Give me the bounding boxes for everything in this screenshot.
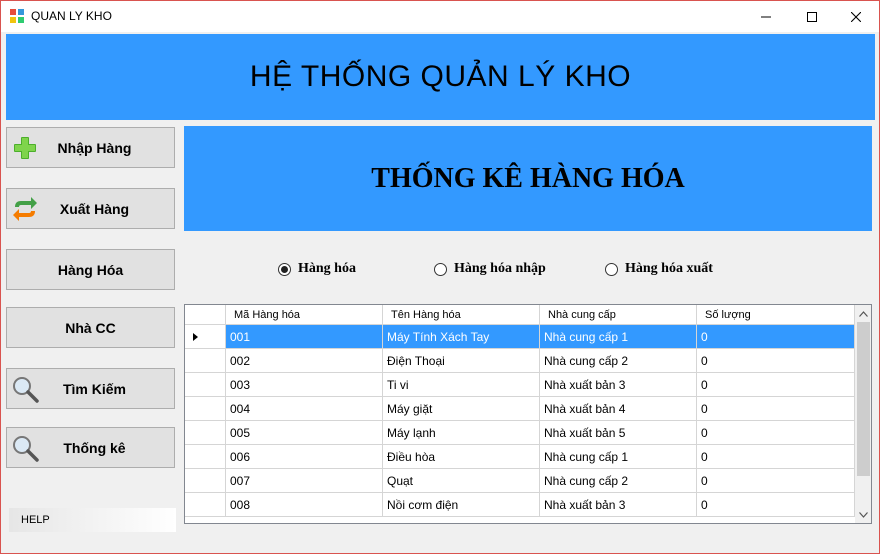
radio-goods-export[interactable]: Hàng hóa xuất: [605, 261, 713, 277]
table-cell[interactable]: Nồi cơm điện: [383, 493, 540, 517]
column-header-quantity[interactable]: Số lượng: [697, 305, 855, 325]
table-cell[interactable]: Máy Tính Xách Tay: [383, 325, 540, 349]
radio-goods[interactable]: Hàng hóa: [278, 261, 356, 277]
nav-button-statistics[interactable]: Thống kê: [6, 427, 175, 468]
section-header: THỐNG KÊ HÀNG HÓA: [184, 126, 872, 231]
table-cell[interactable]: 0: [697, 493, 855, 517]
radio-label: Hàng hóa xuất: [625, 261, 713, 276]
row-header[interactable]: [185, 469, 226, 493]
close-button[interactable]: [833, 1, 879, 32]
table-cell[interactable]: Máy giặt: [383, 397, 540, 421]
table-cell[interactable]: Điện Thoại: [383, 349, 540, 373]
table-cell[interactable]: Điều hòa: [383, 445, 540, 469]
app-window: QUAN LY KHO HỆ THỐNG QUẢN LÝ KHO Nhập Hà…: [0, 0, 880, 554]
table-cell[interactable]: 008: [226, 493, 383, 517]
table-header: Mã Hàng hóa Tên Hàng hóa Nhà cung cấp Số…: [185, 305, 855, 325]
help-label[interactable]: HELP: [9, 508, 176, 532]
nav-label: Nhà CC: [65, 319, 116, 336]
nav-label: Hàng Hóa: [57, 261, 124, 278]
nav-button-import[interactable]: Nhập Hàng: [6, 127, 175, 168]
chevron-down-icon: [859, 511, 868, 518]
column-header-name[interactable]: Tên Hàng hóa: [383, 305, 540, 325]
nav-label: Thống kê: [63, 439, 126, 456]
scroll-up-button[interactable]: [855, 305, 871, 322]
table-cell[interactable]: Máy lạnh: [383, 421, 540, 445]
table-cell[interactable]: Nhà cung cấp 1: [540, 325, 697, 349]
radio-dot[interactable]: [278, 262, 291, 276]
table-cell[interactable]: 001: [226, 325, 383, 349]
nav-button-supplier[interactable]: Nhà CC: [6, 307, 175, 348]
scroll-thumb[interactable]: [857, 322, 870, 476]
table-cell[interactable]: 003: [226, 373, 383, 397]
app-header: HỆ THỐNG QUẢN LÝ KHO: [6, 34, 875, 120]
table-cell[interactable]: Nhà xuất bản 5: [540, 421, 697, 445]
row-header[interactable]: [185, 397, 226, 421]
nav-label: Tìm Kiếm: [62, 380, 126, 397]
table-cell[interactable]: Ti vi: [383, 373, 540, 397]
radio-dot[interactable]: [434, 262, 447, 276]
table-cell[interactable]: Nhà cung cấp 2: [540, 469, 697, 493]
nav-label: Xuất Hàng: [59, 200, 130, 217]
table-cell[interactable]: 0: [697, 397, 855, 421]
table-cell[interactable]: Quạt: [383, 469, 540, 493]
maximize-icon: [807, 11, 817, 22]
row-header[interactable]: [185, 325, 226, 349]
table-cell[interactable]: 0: [697, 373, 855, 397]
goods-table[interactable]: Mã Hàng hóa Tên Hàng hóa Nhà cung cấp Số…: [184, 304, 872, 524]
nav-button-goods[interactable]: Hàng Hóa: [6, 249, 175, 290]
table-cell[interactable]: 004: [226, 397, 383, 421]
chevron-up-icon: [859, 310, 868, 317]
row-header[interactable]: [185, 493, 226, 517]
nav-label: Nhập Hàng: [57, 139, 132, 156]
section-title: THỐNG KÊ HÀNG HÓA: [371, 162, 685, 194]
column-header-supplier[interactable]: Nhà cung cấp: [540, 305, 697, 325]
table-cell[interactable]: Nhà xuất bản 3: [540, 373, 697, 397]
title-bar[interactable]: QUAN LY KHO: [1, 1, 879, 32]
vertical-scrollbar[interactable]: [855, 305, 871, 523]
close-icon: [851, 11, 861, 22]
table-cell[interactable]: Nhà cung cấp 2: [540, 349, 697, 373]
row-header-corner: [185, 305, 226, 325]
radio-label: Hàng hóa: [298, 261, 356, 276]
row-header[interactable]: [185, 373, 226, 397]
app-header-title: HỆ THỐNG QUẢN LÝ KHO: [249, 60, 632, 93]
row-header[interactable]: [185, 445, 226, 469]
nav-button-search[interactable]: Tìm Kiếm: [6, 368, 175, 409]
table-cell[interactable]: 006: [226, 445, 383, 469]
scroll-down-button[interactable]: [855, 506, 871, 523]
table-cell[interactable]: Nhà cung cấp 1: [540, 445, 697, 469]
row-header[interactable]: [185, 421, 226, 445]
table-cell[interactable]: Nhà xuất bản 3: [540, 493, 697, 517]
table-cell[interactable]: 0: [697, 445, 855, 469]
radio-dot[interactable]: [605, 262, 618, 276]
table-cell[interactable]: 002: [226, 349, 383, 373]
app-icon: [10, 9, 24, 23]
minimize-icon: [761, 16, 771, 17]
table-cell[interactable]: 0: [697, 469, 855, 493]
maximize-button[interactable]: [789, 1, 835, 32]
table-cell[interactable]: 0: [697, 325, 855, 349]
table-cell[interactable]: 007: [226, 469, 383, 493]
table-cell[interactable]: 005: [226, 421, 383, 445]
minimize-button[interactable]: [743, 1, 789, 32]
table-cell[interactable]: Nhà xuất bản 4: [540, 397, 697, 421]
row-header[interactable]: [185, 349, 226, 373]
column-header-code[interactable]: Mã Hàng hóa: [226, 305, 383, 325]
nav-button-export[interactable]: Xuất Hàng: [6, 188, 175, 229]
radio-goods-import[interactable]: Hàng hóa nhập: [434, 261, 546, 277]
window-title: QUAN LY KHO: [31, 9, 112, 23]
table-cell[interactable]: 0: [697, 421, 855, 445]
radio-label: Hàng hóa nhập: [454, 261, 546, 276]
table-cell[interactable]: 0: [697, 349, 855, 373]
